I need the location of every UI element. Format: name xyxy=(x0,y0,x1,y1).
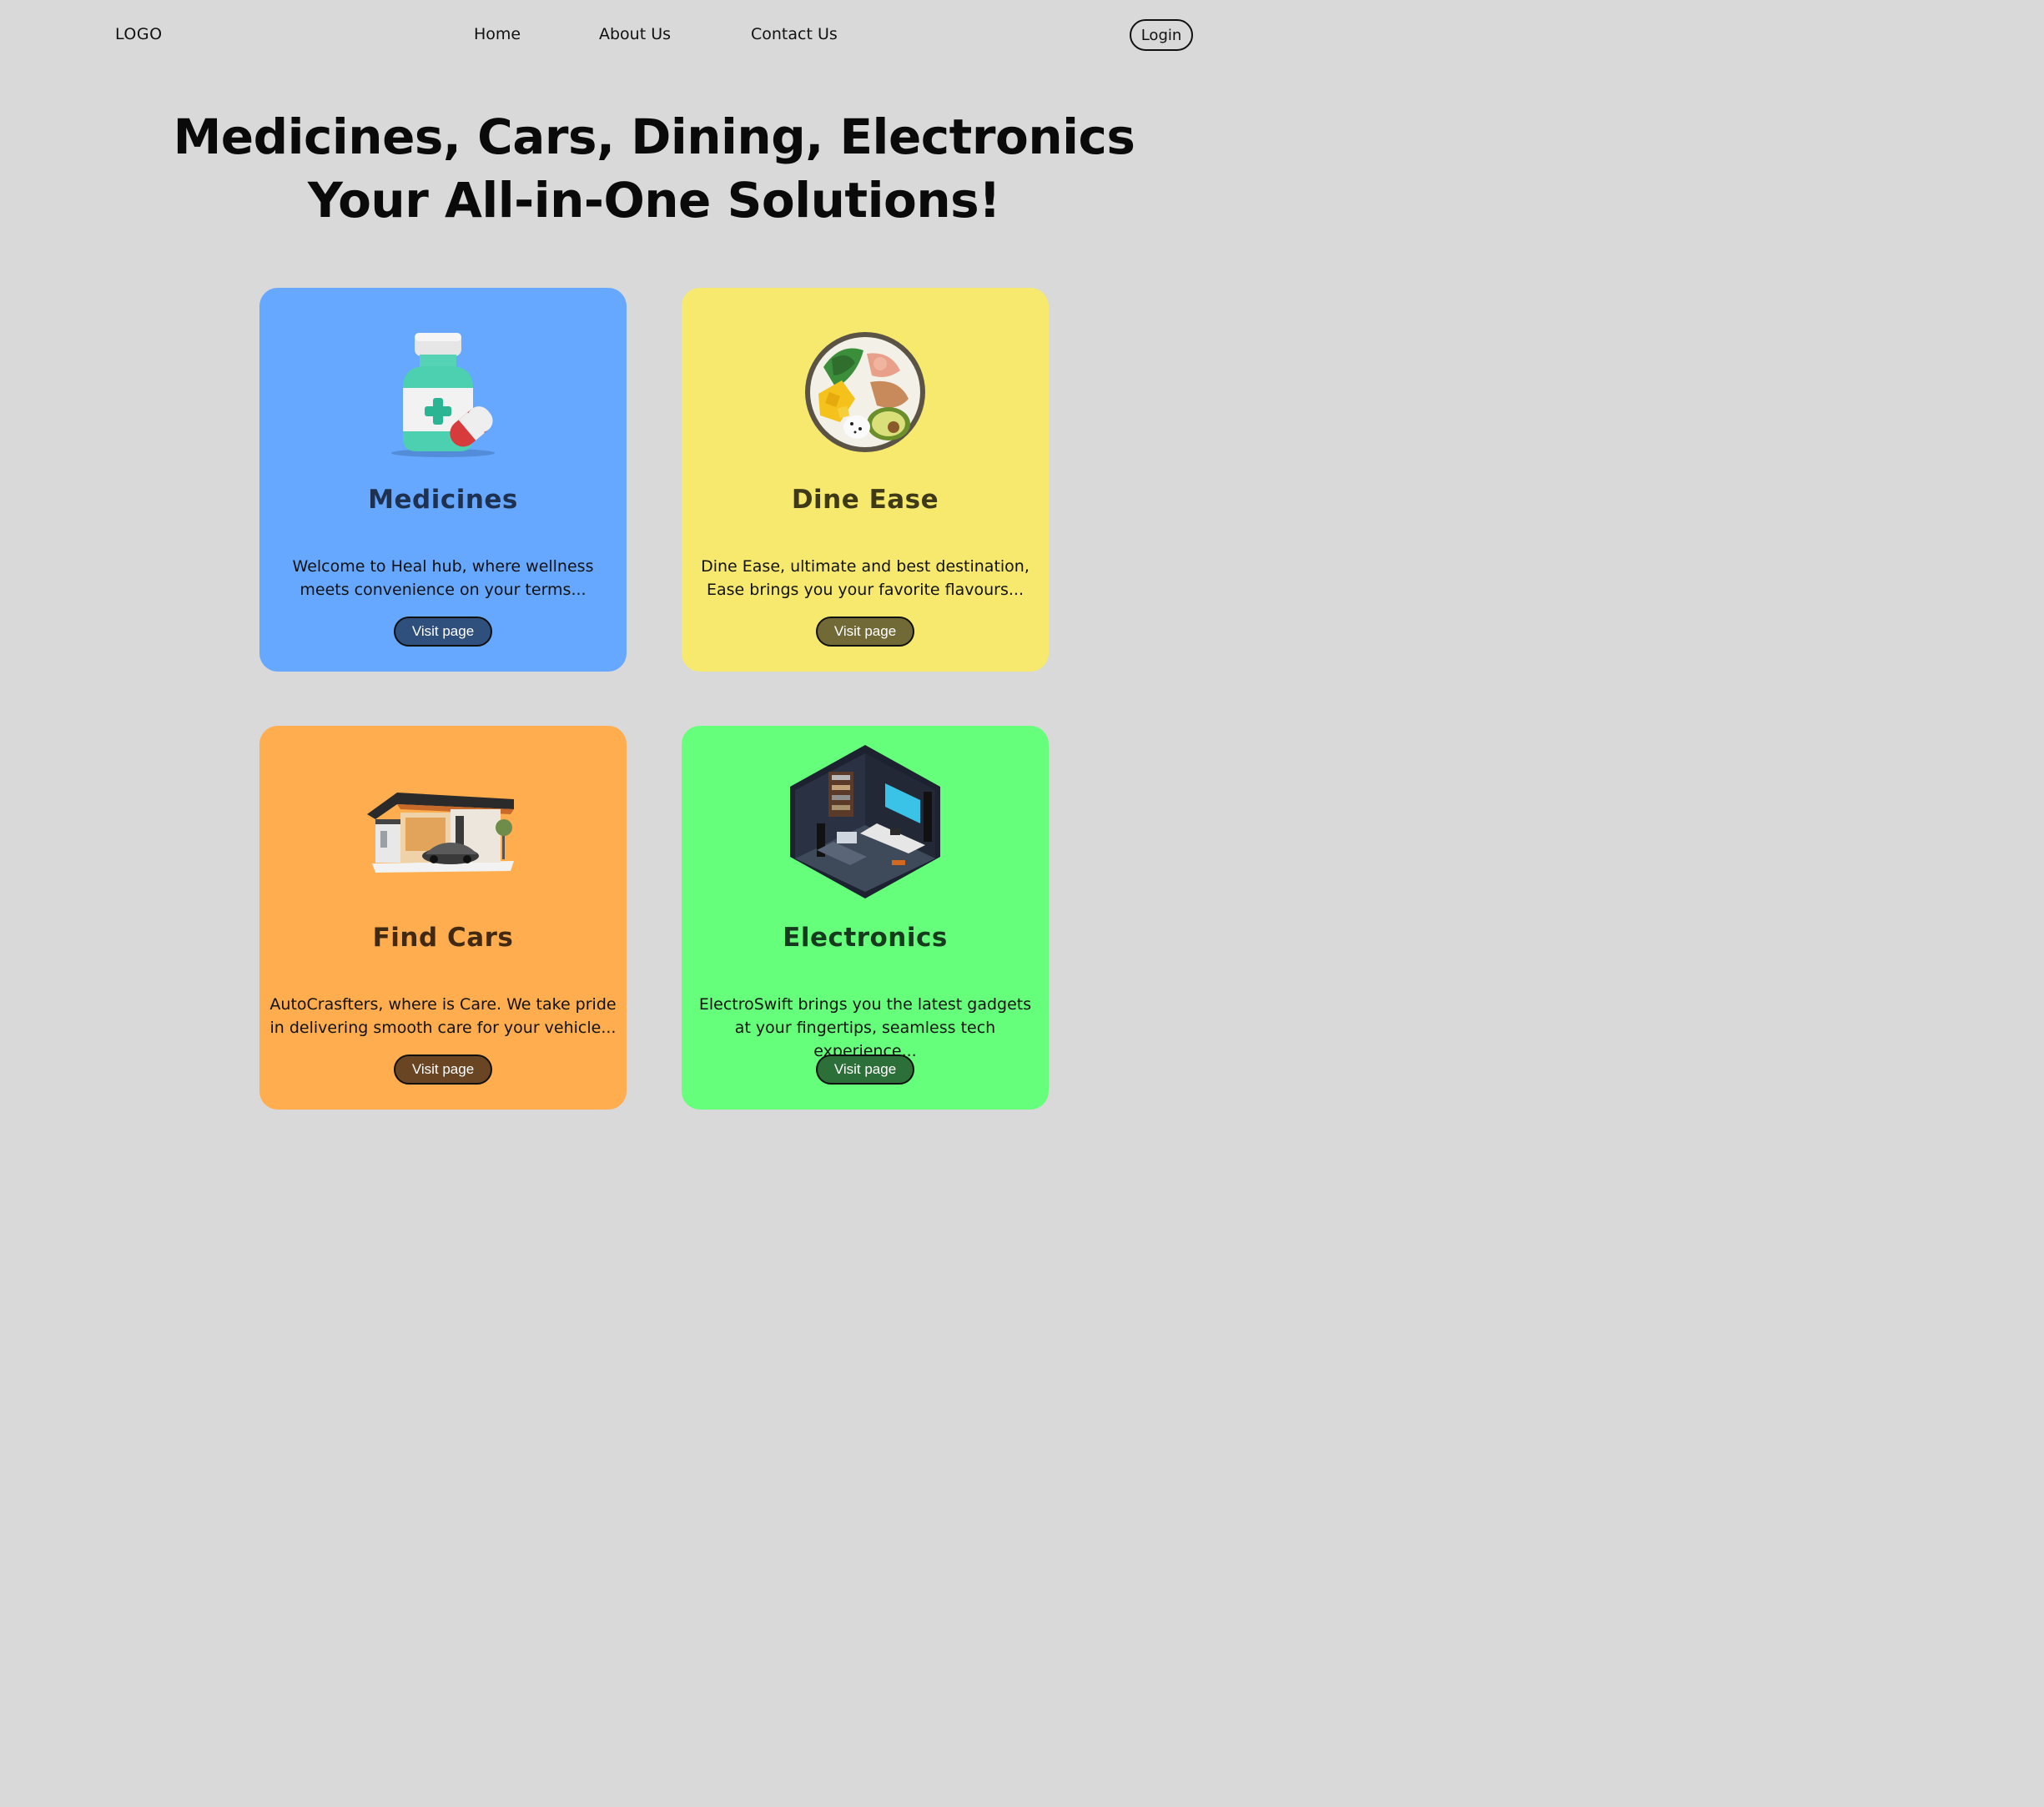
card-title: Find Cars xyxy=(372,923,514,953)
visit-page-button[interactable]: Visit page xyxy=(394,617,492,647)
hero-heading: Medicines, Cars, Dining, Electronics You… xyxy=(0,105,1308,232)
card-image xyxy=(682,313,1049,471)
card-image xyxy=(259,313,627,471)
card-description: Dine Ease, ultimate and best destination… xyxy=(701,557,1030,599)
card-title: Medicines xyxy=(368,485,518,515)
nav-about-link[interactable]: About Us xyxy=(599,25,671,43)
visit-page-button[interactable]: Visit page xyxy=(394,1055,492,1085)
garage-car-icon xyxy=(367,793,514,873)
card-description: Welcome to Heal hub, where wellness meet… xyxy=(292,557,594,599)
card-image xyxy=(682,739,1049,903)
card-find-cars: Find Cars AutoCrasfters, where is Care. … xyxy=(259,726,627,1110)
nav-contact-link[interactable]: Contact Us xyxy=(751,25,838,43)
hero-line-1: Medicines, Cars, Dining, Electronics xyxy=(173,108,1135,165)
visit-page-button[interactable]: Visit page xyxy=(816,617,914,647)
card-image xyxy=(259,751,627,909)
top-navbar: LOGO Home About Us Contact Us Login xyxy=(0,0,1308,70)
nav-home-link[interactable]: Home xyxy=(474,25,521,43)
nav-links: Home About Us Contact Us xyxy=(0,25,1308,48)
visit-page-button[interactable]: Visit page xyxy=(816,1055,914,1085)
card-title: Electronics xyxy=(783,923,948,953)
medicine-bottle-icon xyxy=(391,333,495,457)
electronics-room-icon xyxy=(790,745,940,898)
card-electronics: Electronics ElectroSwift brings you the … xyxy=(682,726,1049,1110)
card-title: Dine Ease xyxy=(791,485,939,515)
login-button[interactable]: Login xyxy=(1130,19,1193,51)
card-description: ElectroSwift brings you the latest gadge… xyxy=(698,995,1032,1060)
hero-line-2: Your All-in-One Solutions! xyxy=(307,172,1001,229)
card-description: AutoCrasfters, where is Care. We take pr… xyxy=(269,995,617,1037)
food-bowl-icon xyxy=(805,332,925,452)
card-dine-ease: Dine Ease Dine Ease, ultimate and best d… xyxy=(682,288,1049,672)
card-medicines: Medicines Welcome to Heal hub, where wel… xyxy=(259,288,627,672)
